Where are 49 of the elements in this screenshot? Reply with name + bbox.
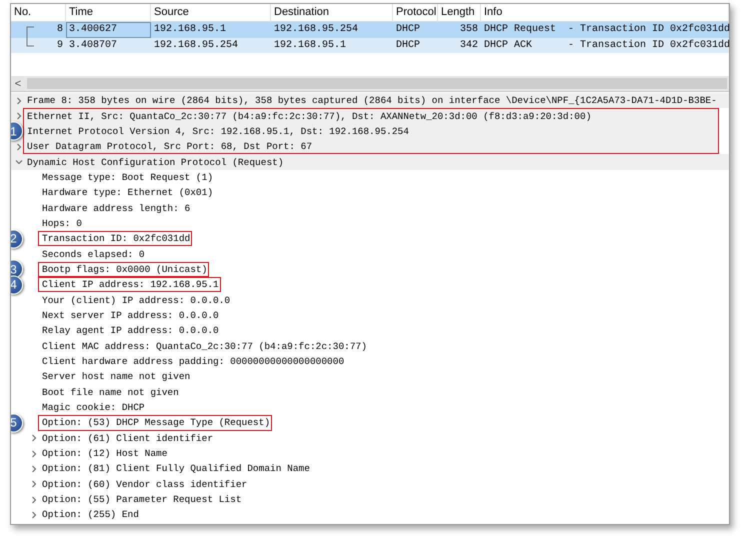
table-cell-text: 192.168.95.1: [273, 38, 348, 52]
tree-item[interactable]: Hops: 0: [42, 216, 82, 230]
tree-item[interactable]: Option: (55) Parameter Request List: [42, 493, 242, 506]
table-cell-text: 192.168.95.254: [153, 38, 240, 52]
tree-item[interactable]: Server host name not given: [42, 370, 190, 384]
column-header[interactable]: Info: [481, 4, 729, 21]
table-cell-text: 192.168.95.254: [273, 23, 360, 37]
horizontal-scrollbar[interactable]: <: [11, 76, 729, 91]
table-cell-text: DHCP Request - Transaction ID 0x2fc031dd: [483, 22, 729, 37]
table-cell: 3.400627: [66, 22, 151, 38]
tree-item[interactable]: Message type: Boot Request (1): [42, 170, 214, 184]
tree-item[interactable]: Client MAC address: QuantaCo_2c:30:77 (b4:a9:fc:2c:30:77): [42, 340, 367, 353]
table-cell-text: DHCP ACK - Transaction ID 0x2fc031dd: [483, 38, 729, 52]
scroll-left-button[interactable]: <: [11, 78, 25, 90]
tree-item[interactable]: Option: (81) Client Fully Qualified Domain Name: [42, 462, 310, 476]
tree-item[interactable]: Magic cookie: DHCP: [42, 401, 145, 414]
table-cell-text: 342: [458, 38, 479, 52]
table-cell-text: 358: [458, 23, 479, 37]
column-header[interactable]: Destination: [271, 4, 393, 21]
tree-item[interactable]: Next server IP address: 0.0.0.0: [42, 308, 219, 322]
tree-item[interactable]: Option: (60) Vendor class identifier: [42, 478, 248, 491]
table-cell-text: DHCP: [395, 23, 422, 37]
tree-item[interactable]: Option: (53) DHCP Message Type (Request): [42, 416, 270, 430]
column-header[interactable]: Protocol: [393, 4, 438, 21]
tree-item[interactable]: Option: (12) Host Name: [42, 447, 168, 460]
tree-item[interactable]: Boot file name not given: [42, 386, 179, 399]
table-cell-text: 192.168.95.1: [153, 23, 228, 37]
tree-item[interactable]: Transaction ID: 0x2fc031dd: [42, 232, 190, 246]
tree-item[interactable]: Your (client) IP address: 0.0.0.0: [42, 294, 230, 307]
column-header[interactable]: Source: [151, 4, 271, 21]
tree-item[interactable]: Bootp flags: 0x0000 (Unicast): [42, 262, 208, 276]
table-cell-text: 3.408707: [68, 38, 118, 52]
tree-item[interactable]: Client hardware address padding: 00000000000000000000: [42, 355, 344, 368]
tree-item[interactable]: Seconds elapsed: 0: [42, 248, 145, 261]
column-header[interactable]: No.: [11, 4, 66, 21]
tree-item[interactable]: Client IP address: 192.168.95.1: [42, 278, 219, 292]
table-cell-text: DHCP: [395, 38, 422, 52]
packet-row[interactable]: 9 3.408707 192.168.95.254 192.168.95.1 DHCP 342 DHCP ACK - Transaction ID 0x2fc031dd: [11, 38, 729, 53]
tree-item[interactable]: Option: (255) End: [42, 508, 139, 522]
table-cell-text: 9: [56, 38, 64, 52]
column-header[interactable]: Time: [66, 4, 151, 21]
table-cell-text: 8: [56, 23, 64, 37]
tree-item[interactable]: Option: (61) Client identifier: [42, 432, 214, 445]
tree-item[interactable]: Relay agent IP address: 0.0.0.0: [42, 324, 219, 338]
tree-item[interactable]: Internet Protocol Version 4, Src: 192.168.95.1, Dst: 192.168.95.254: [27, 124, 409, 138]
packet-row[interactable]: 8 3.400627 192.168.95.1 192.168.95.254 DHCP 358 DHCP Request - Transaction ID 0x2fc031dd: [11, 22, 729, 38]
tree-item[interactable]: Hardware address length: 6: [42, 202, 190, 215]
tree-item[interactable]: Hardware type: Ethernet (0x01): [42, 186, 214, 200]
column-header[interactable]: Length: [438, 4, 481, 21]
